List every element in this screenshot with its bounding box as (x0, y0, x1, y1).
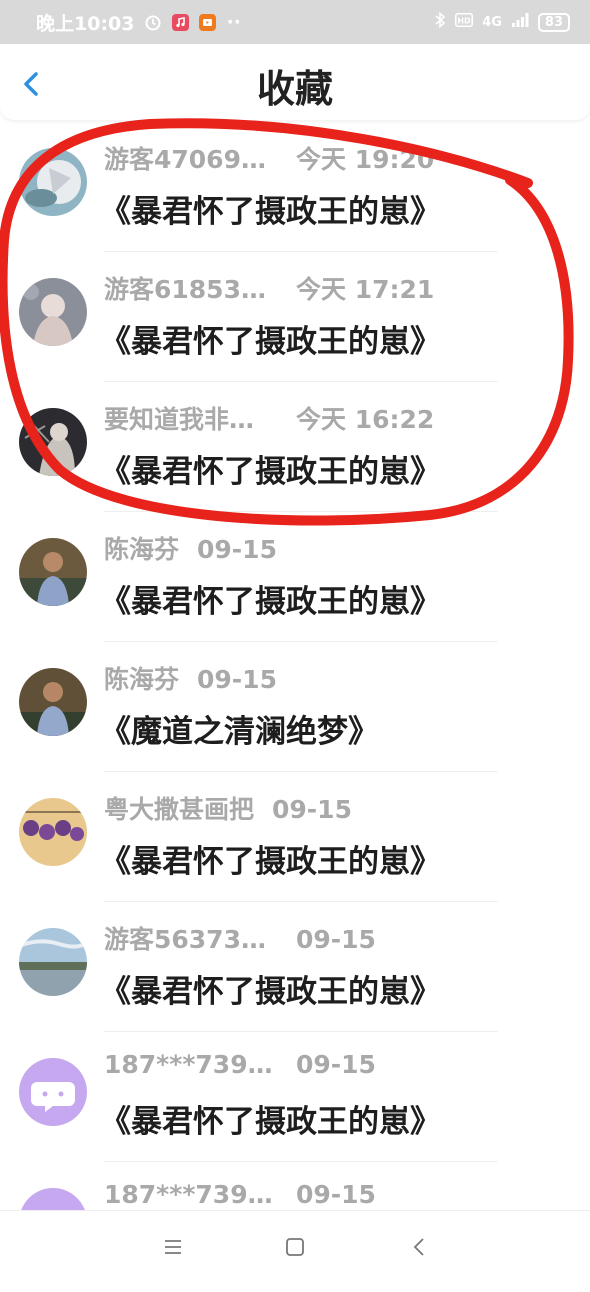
list-item[interactable]: 粤大撒甚画把 09-15 《暴君怀了摄政王的崽》 (0, 772, 590, 902)
avatar (19, 538, 87, 606)
clock: 晚上10:03 (36, 12, 135, 35)
work-title: 《魔道之清澜绝梦》 (100, 714, 379, 750)
favorites-list: 游客47069… 今天 19:20 《暴君怀了摄政王的崽》 游客61853… 今… (0, 122, 590, 1292)
list-item[interactable]: 陈海芬 09-15 《魔道之清澜绝梦》 (0, 642, 590, 772)
work-title: 《暴君怀了摄政王的崽》 (100, 454, 441, 490)
work-title: 《暴君怀了摄政王的崽》 (100, 1104, 441, 1140)
work-title: 《暴君怀了摄政王的崽》 (100, 584, 441, 620)
network-type: 4G (482, 14, 502, 30)
avatar (19, 278, 87, 346)
more-notifications-icon: ·· (226, 11, 241, 33)
username: 游客61853… (104, 275, 266, 304)
avatar (19, 668, 87, 736)
work-title: 《暴君怀了摄政王的崽》 (100, 324, 441, 360)
timestamp: 今天 16:22 (296, 405, 435, 434)
username: 陈海芬 (104, 535, 180, 564)
avatar (19, 148, 87, 216)
work-title: 《暴君怀了摄政王的崽》 (100, 844, 441, 880)
page-title: 收藏 (256, 67, 333, 111)
menu-icon (165, 1240, 181, 1254)
username: 游客47069… (104, 145, 266, 174)
alarm-icon (144, 13, 162, 31)
username: 187***739… (104, 1180, 273, 1209)
menu-button[interactable] (159, 1233, 187, 1261)
timestamp: 今天 19:20 (296, 145, 435, 174)
video-app-icon (199, 13, 217, 31)
page-header: 收藏 (0, 44, 590, 120)
timestamp: 09-15 (197, 535, 277, 564)
nav-back-button[interactable] (405, 1233, 433, 1261)
timestamp: 09-15 (296, 1050, 376, 1079)
music-app-icon (172, 13, 190, 31)
battery-indicator: 83 (537, 12, 570, 32)
work-title: 《暴君怀了摄政王的崽》 (100, 974, 441, 1010)
hd-icon: HD (455, 13, 474, 31)
list-item[interactable]: 187***739… 09-15 《暴君怀了摄政王的崽》 (0, 1032, 590, 1162)
svg-text:HD: HD (458, 17, 472, 26)
home-button[interactable] (281, 1233, 309, 1261)
back-triangle-icon (413, 1238, 424, 1256)
timestamp: 09-15 (296, 1180, 376, 1209)
username: 要知道我非… (104, 405, 255, 434)
timestamp: 09-15 (296, 925, 376, 954)
username: 187***739… (104, 1050, 273, 1079)
avatar (19, 408, 87, 476)
list-item[interactable]: 游客47069… 今天 19:20 《暴君怀了摄政王的崽》 (0, 122, 590, 252)
list-item[interactable]: 游客56373… 09-15 《暴君怀了摄政王的崽》 (0, 902, 590, 1032)
avatar (19, 1058, 87, 1126)
list-item[interactable]: 游客61853… 今天 17:21 《暴君怀了摄政王的崽》 (0, 252, 590, 382)
work-title: 《暴君怀了摄政王的崽》 (100, 194, 441, 230)
bluetooth-icon (434, 11, 446, 33)
username: 陈海芬 (104, 665, 180, 694)
list-item[interactable]: 陈海芬 09-15 《暴君怀了摄政王的崽》 (0, 512, 590, 642)
system-nav-bar (0, 1210, 590, 1281)
timestamp: 09-15 (197, 665, 277, 694)
username: 游客56373… (104, 925, 266, 954)
list-item[interactable]: 要知道我非… 今天 16:22 《暴君怀了摄政王的崽》 (0, 382, 590, 512)
timestamp: 09-15 (272, 795, 352, 824)
square-icon (286, 1238, 304, 1256)
status-bar: 晚上10:03 ·· HD 4G 83 (0, 0, 590, 44)
avatar (19, 798, 87, 866)
signal-icon (511, 12, 529, 32)
username: 粤大撒甚画把 (104, 795, 255, 824)
avatar (19, 928, 87, 996)
timestamp: 今天 17:21 (296, 275, 435, 304)
